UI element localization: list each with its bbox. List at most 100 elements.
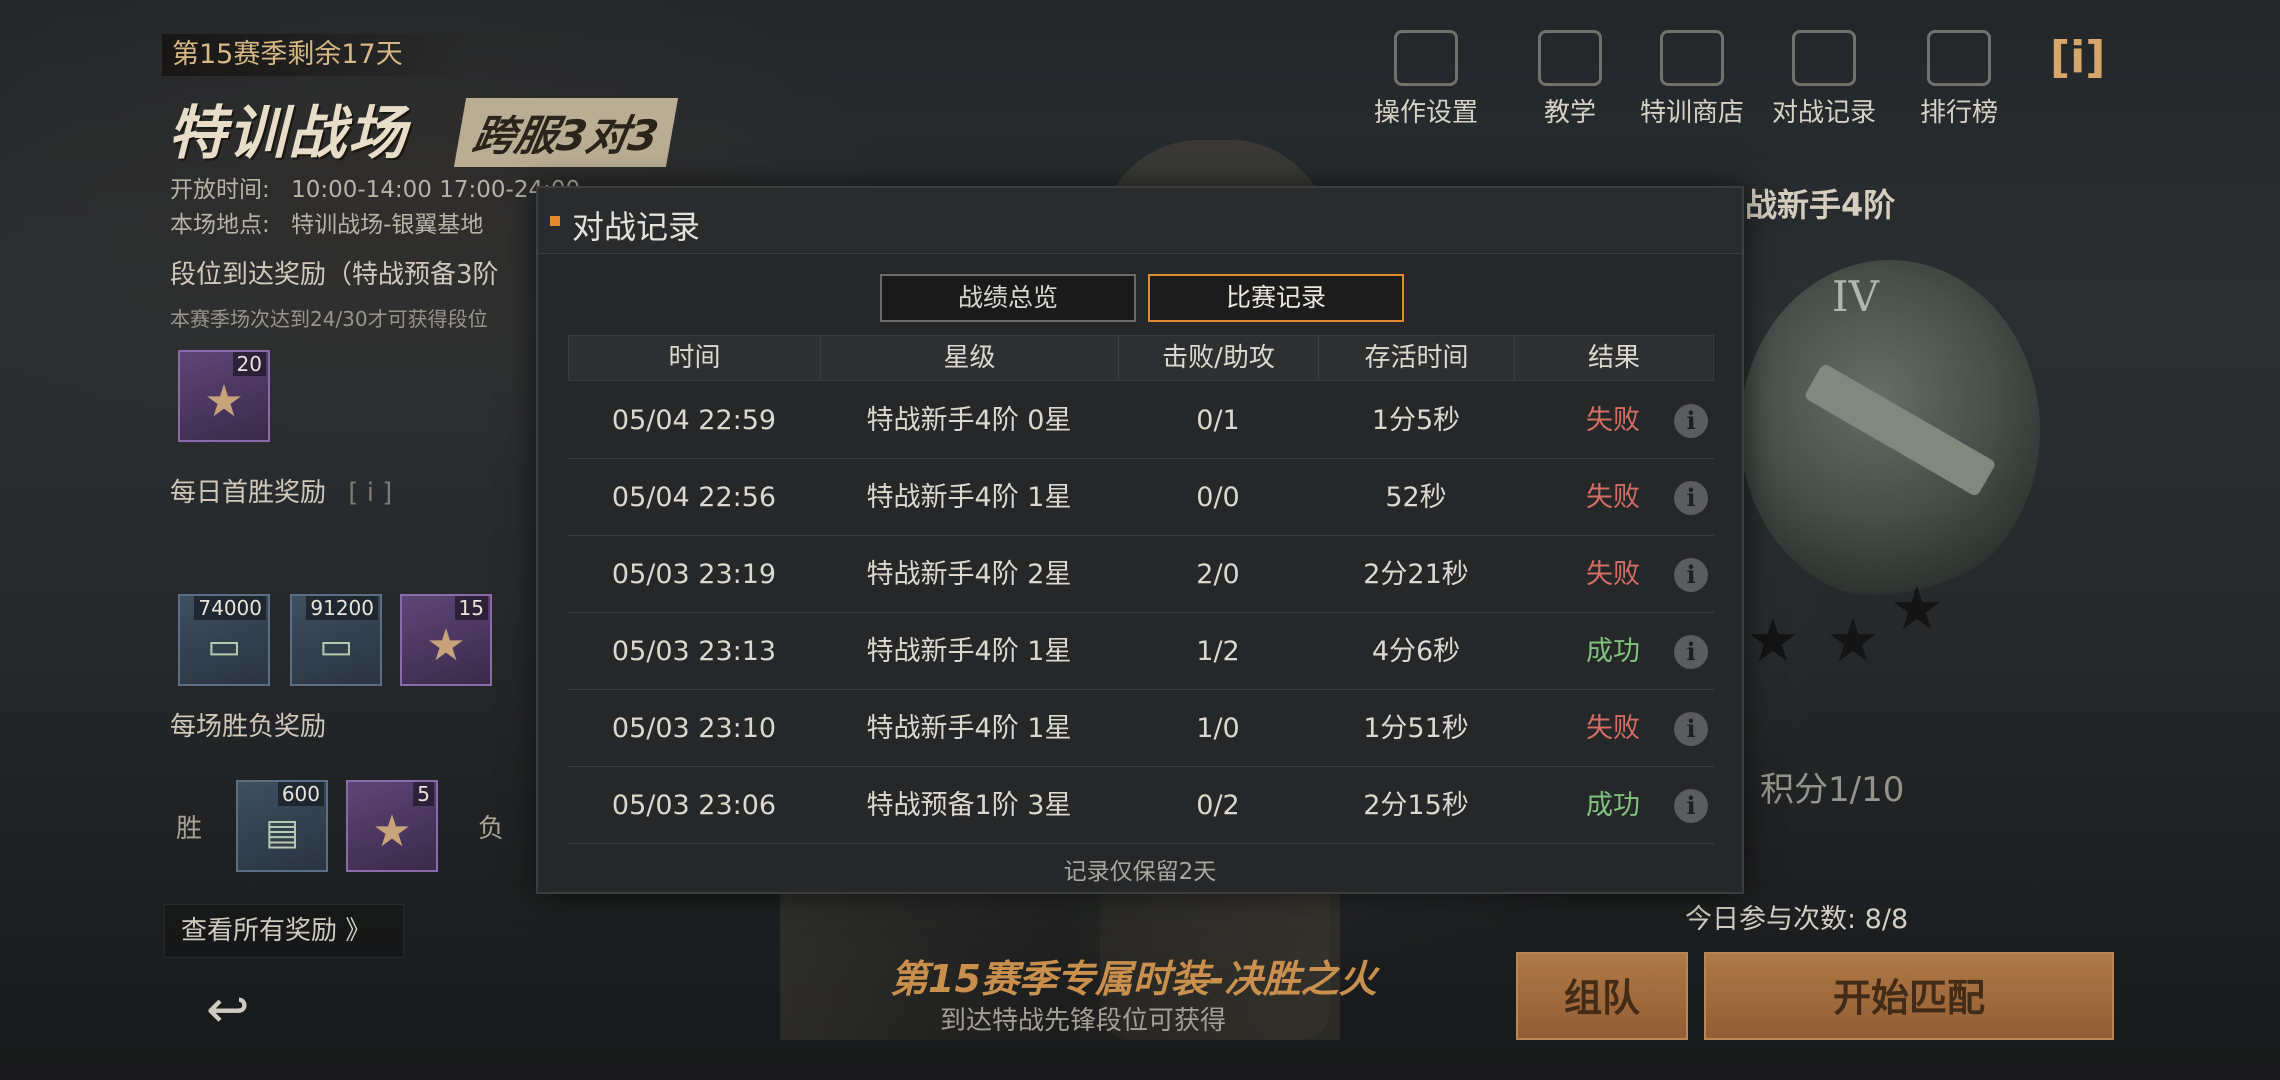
cell-survival: 2分21秒: [1363, 559, 1469, 590]
item-quantity: 5: [413, 782, 434, 806]
item-quantity: 91200: [306, 596, 378, 620]
info-icon[interactable]: i: [1674, 635, 1708, 669]
nav-battle-record-label: 对战记录: [1772, 98, 1877, 128]
star-icon: ★: [372, 806, 412, 857]
cell-kills-assists: 1/0: [1196, 713, 1240, 744]
cell-time: 05/04 22:59: [611, 405, 777, 436]
lose-label: 负: [478, 814, 505, 844]
column-header-rank: 星级: [821, 336, 1119, 380]
battle-record-dialog: 对战记录 战绩总览 比赛记录 时间 星级 击败/助攻 存活时间 结果 05/04…: [536, 186, 1744, 894]
daily-reward-item[interactable]: 74000 ▭: [178, 594, 270, 686]
per-match-reward-title: 每场胜负奖励: [170, 712, 327, 742]
tab-match-records[interactable]: 比赛记录: [1148, 274, 1404, 322]
open-time-row: 开放时间: 10:00-14:00 17:00-24:00: [170, 170, 580, 204]
item-quantity: 600: [277, 782, 324, 806]
promo-subtitle: 到达特战先锋段位可获得: [940, 1006, 1227, 1036]
cell-time: 05/03 23:06: [611, 790, 777, 821]
info-icon[interactable]: i: [1674, 481, 1708, 515]
nav-tutorial-label: 教学: [1543, 98, 1596, 128]
item-quantity: 74000: [194, 596, 266, 620]
win-label: 胜: [176, 814, 203, 844]
cell-kills-assists: 2/0: [1196, 559, 1240, 590]
start-match-button[interactable]: 开始匹配: [1704, 952, 2114, 1040]
cell-rank: 特战新手4阶 0星: [866, 405, 1072, 436]
table-row: 05/03 23:13 特战新手4阶 1星 1/2 4分6秒 成功 i: [568, 613, 1714, 690]
table-row: 05/03 23:19 特战新手4阶 2星 2/0 2分21秒 失败 i: [568, 536, 1714, 613]
cell-rank: 特战预备1阶 3星: [866, 790, 1072, 821]
star-icon: ★: [1826, 606, 1880, 676]
rank-emblem-icon: IV: [1740, 260, 2040, 600]
rank-roman-numeral: IV: [1832, 272, 1879, 321]
trophy-icon: [1927, 30, 1991, 86]
daily-first-win-title: 每日首胜奖励 [ i ]: [170, 472, 392, 509]
rank-reward-item[interactable]: 20 ★: [178, 350, 270, 442]
back-arrow-icon[interactable]: ↩: [206, 980, 250, 1040]
info-icon[interactable]: [i]: [2050, 32, 2105, 83]
gear-settings-icon: [1394, 30, 1458, 86]
info-icon[interactable]: i: [1674, 712, 1708, 746]
rifle-icon: [1803, 362, 1997, 498]
battle-record-icon: [1792, 30, 1856, 86]
cell-kills-assists: 0/2: [1196, 790, 1240, 821]
team-button[interactable]: 组队: [1516, 952, 1688, 1040]
cell-rank: 特战新手4阶 2星: [866, 559, 1072, 590]
view-all-rewards-button[interactable]: 查看所有奖励 》: [164, 904, 404, 958]
dialog-title: 对战记录: [572, 208, 701, 246]
cash-icon: ▤: [264, 812, 299, 853]
cell-time: 05/03 23:10: [611, 713, 777, 744]
rank-reward-title: 段位到达奖励（特战预备3阶: [170, 260, 499, 290]
daily-reward-item[interactable]: 91200 ▭: [290, 594, 382, 686]
location-row: 本场地点: 特训战场-银翼基地: [170, 205, 483, 239]
season-remaining-banner: 第15赛季剩余17天: [162, 34, 472, 76]
location-value: 特训战场-银翼基地: [291, 212, 484, 238]
cell-kills-assists: 0/1: [1196, 405, 1240, 436]
cell-rank: 特战新手4阶 1星: [866, 713, 1072, 744]
nav-tutorial-button[interactable]: 教学: [1538, 30, 1602, 129]
open-time-label: 开放时间:: [170, 177, 270, 203]
cell-kills-assists: 1/2: [1196, 636, 1240, 667]
win-reward-item[interactable]: 5 ★: [346, 780, 438, 872]
table-row: 05/03 23:06 特战预备1阶 3星 0/2 2分15秒 成功 i: [568, 767, 1714, 844]
nav-leaderboard-button[interactable]: 排行榜: [1920, 30, 1998, 129]
daily-first-win-label: 每日首胜奖励: [170, 478, 327, 508]
tab-overview[interactable]: 战绩总览: [880, 274, 1136, 322]
retention-note: 记录仅保留2天: [1063, 859, 1217, 885]
voucher-icon: ▭: [206, 626, 241, 667]
tutorial-board-icon: [1538, 30, 1602, 86]
nav-leaderboard-label: 排行榜: [1920, 98, 1999, 128]
column-header-result: 结果: [1587, 343, 1640, 373]
nav-shop-button[interactable]: 特训商店: [1640, 30, 1744, 129]
cell-survival: 2分15秒: [1363, 790, 1469, 821]
daily-reward-item[interactable]: 15 ★: [400, 594, 492, 686]
cell-survival: 52秒: [1385, 482, 1447, 513]
season-remaining-text: 第15赛季剩余17天: [172, 39, 403, 70]
info-icon[interactable]: i: [1674, 404, 1708, 438]
table-row: 05/04 22:56 特战新手4阶 1星 0/0 52秒 失败 i: [568, 459, 1714, 536]
info-icon[interactable]: [ i ]: [348, 478, 392, 508]
column-header-time: 时间: [569, 336, 821, 380]
rank-points: 积分1/10: [1760, 770, 1905, 810]
table-row: 05/04 22:59 特战新手4阶 0星 0/1 1分5秒 失败 i: [568, 382, 1714, 459]
cell-kills-assists: 0/0: [1196, 482, 1240, 513]
dialog-header: 对战记录: [538, 188, 1742, 254]
table-row: 05/03 23:10 特战新手4阶 1星 1/0 1分51秒 失败 i: [568, 690, 1714, 767]
nav-settings-label: 操作设置: [1374, 98, 1479, 128]
column-header-kills-assists: 击败/助攻: [1119, 336, 1319, 380]
info-icon[interactable]: i: [1674, 789, 1708, 823]
promo-title: 第15赛季专属时装-决胜之火: [890, 957, 1377, 1001]
info-icon[interactable]: i: [1674, 558, 1708, 592]
mode-title: 特训战场: [168, 99, 409, 167]
cell-time: 05/03 23:19: [611, 559, 777, 590]
rank-title: 战新手4阶: [1745, 186, 1896, 224]
win-reward-item[interactable]: 600 ▤: [236, 780, 328, 872]
cell-survival: 4分6秒: [1371, 636, 1461, 667]
location-label: 本场地点:: [170, 212, 270, 238]
star-icon: ★: [1890, 574, 1944, 644]
nav-settings-button[interactable]: 操作设置: [1374, 30, 1478, 129]
column-header-survival: 存活时间: [1319, 336, 1515, 380]
star-icon: ★: [204, 376, 244, 427]
nav-battle-record-button[interactable]: 对战记录: [1772, 30, 1876, 129]
mode-badge: 跨服3对3: [453, 98, 679, 167]
shop-icon: [1660, 30, 1724, 86]
voucher-icon: ▭: [318, 626, 353, 667]
